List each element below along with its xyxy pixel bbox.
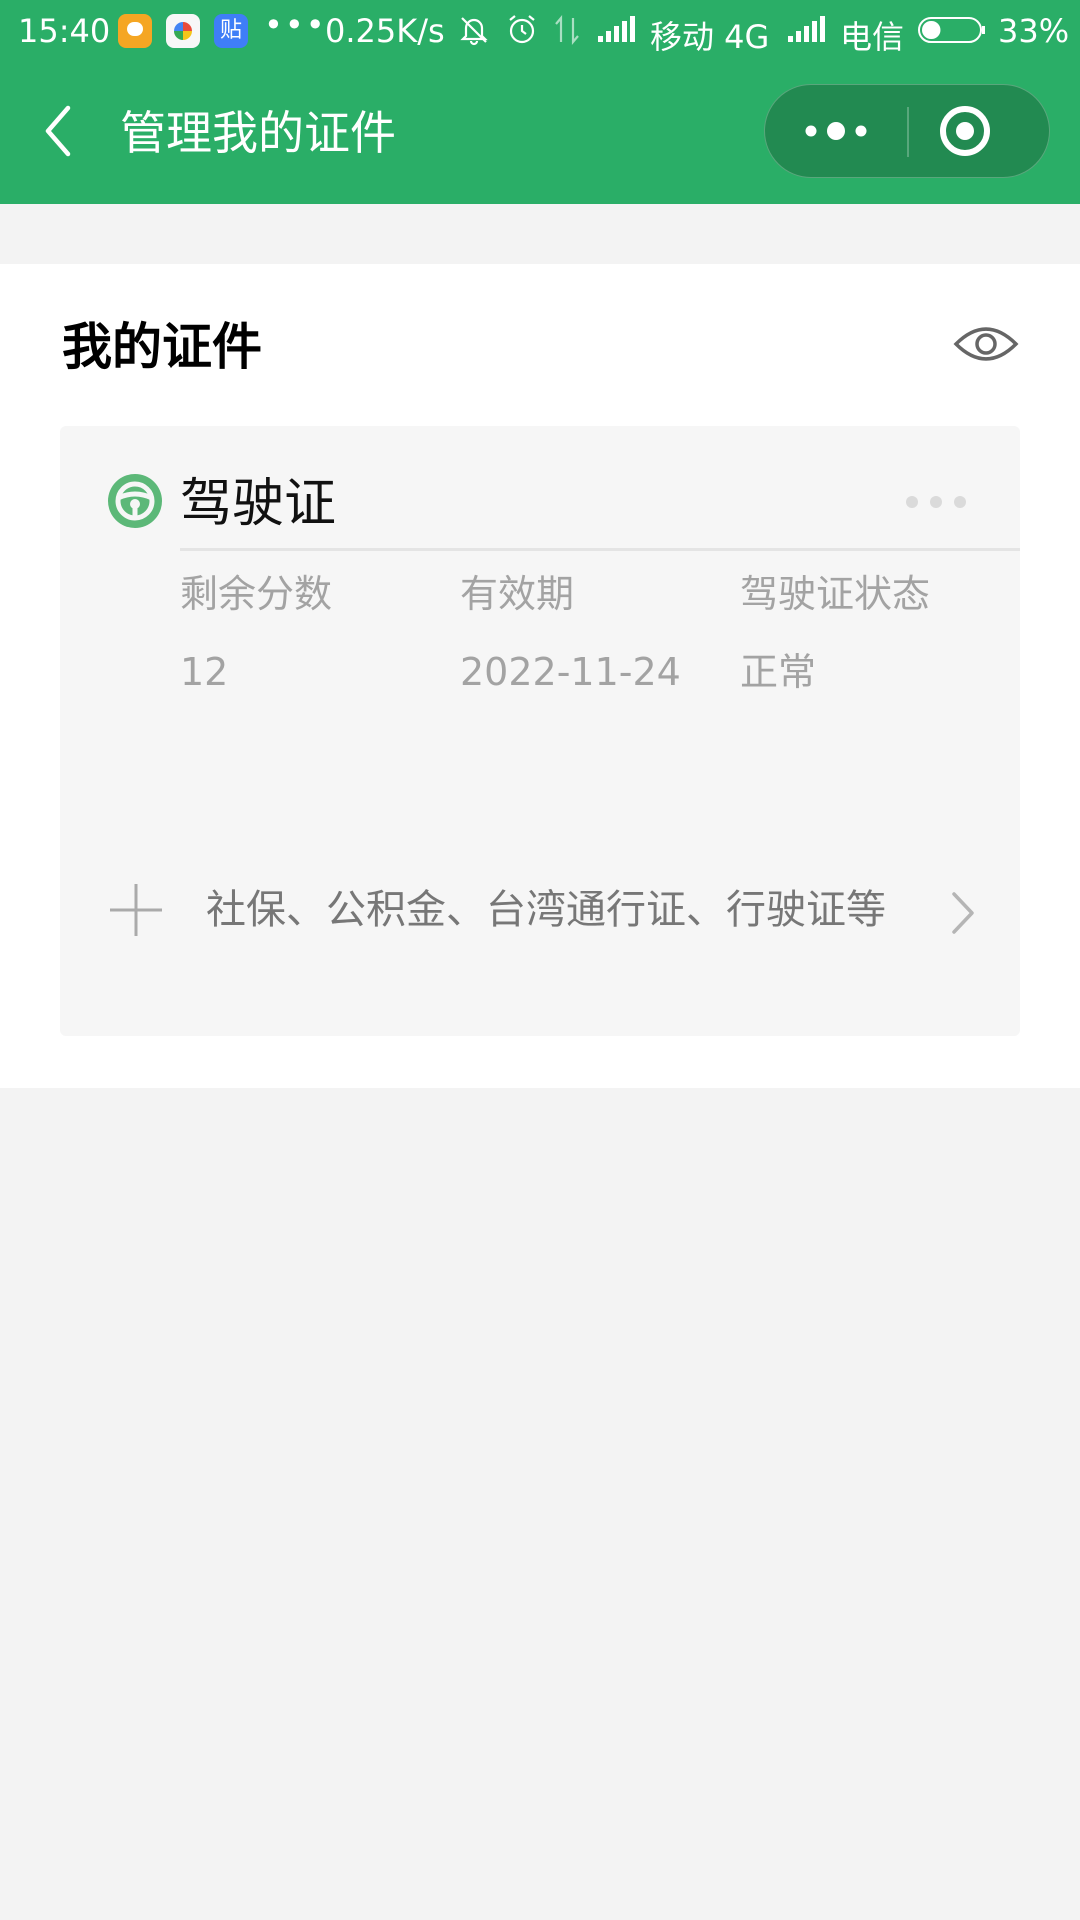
status-label: 驾驶证状态 [740,572,931,616]
more-menu-button[interactable] [765,85,907,177]
status-time: 15:40 [18,12,111,50]
card-divider [180,548,1020,551]
steering-wheel-icon [108,474,162,528]
validity-label: 有效期 [460,572,575,616]
notification-browser-icon [166,14,200,48]
data-transfer-icon [555,14,579,46]
signal-icon [788,16,825,42]
license-name: 驾驶证 [180,474,337,534]
add-document-text: 社保、公积金、台湾通行证、行驶证等 [206,887,886,933]
close-mini-program-button[interactable] [909,85,1049,177]
my-documents-section: 我的证件 驾驶证 剩余分数 12 有效期 2022-11-24 驾驶证状态 正常… [0,264,1080,1088]
network-speed: 0.25K/s [325,12,445,50]
alarm-icon [509,15,535,44]
validity-field: 有效期 2022-11-24 [460,564,730,702]
points-value: 12 [180,650,229,694]
carrier-mobile: 移动 4G [650,18,770,56]
plus-icon [110,884,162,936]
points-label: 剩余分数 [180,572,333,616]
page-title: 管理我的证件 [120,106,396,160]
notification-app-icon [118,14,152,48]
carrier-telecom: 电信 [840,18,905,56]
status-value: 正常 [740,650,817,694]
chevron-right-icon [952,892,974,934]
section-title: 我的证件 [62,318,262,376]
add-document-button[interactable]: 社保、公积金、台湾通行证、行驶证等 [60,804,1020,1014]
validity-value: 2022-11-24 [460,650,681,694]
battery-percent: 33% [998,12,1070,50]
points-field: 剩余分数 12 [180,564,450,702]
eye-icon[interactable] [952,314,1020,374]
header: 15:40 贴 ••• 0.25K/s 移动 4G 电信 33% 管理我的证件 [0,0,1080,204]
more-notifications-icon: ••• [264,6,327,44]
status-field: 驾驶证状态 正常 [740,564,1010,702]
card-more-button[interactable] [896,480,976,524]
battery-icon [918,17,985,43]
bell-muted-icon [460,17,488,46]
signal-icon [598,16,635,42]
notification-tieba-icon: 贴 [214,14,248,48]
status-bar: 15:40 贴 ••• 0.25K/s 移动 4G 电信 33% [0,0,1080,62]
back-button[interactable] [36,100,84,162]
mini-program-capsule [764,84,1050,178]
